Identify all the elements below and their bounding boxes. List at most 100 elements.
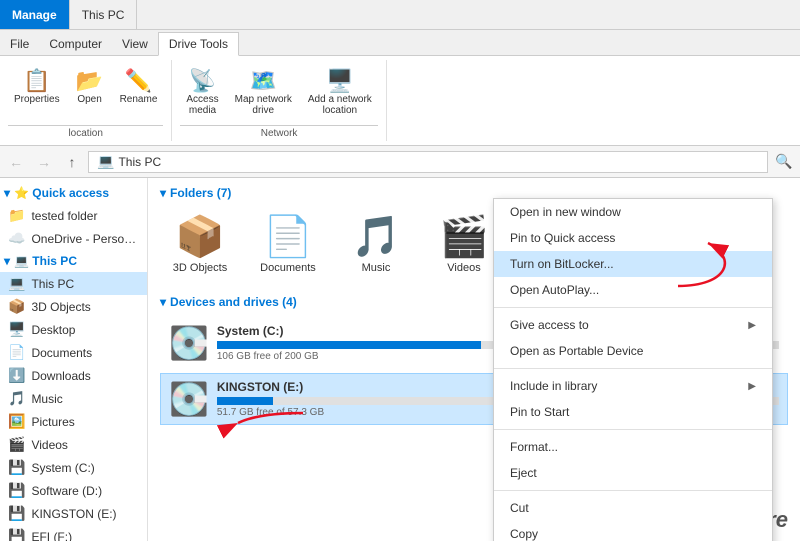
tab-thispc-title[interactable]: This PC xyxy=(70,0,138,29)
path-label: This PC xyxy=(118,155,161,169)
map-drive-label: Map networkdrive xyxy=(235,94,292,116)
folder-documents[interactable]: 📄 Documents xyxy=(248,208,328,279)
videos-label: Videos xyxy=(31,438,139,452)
ctx-include-library-arrow: ▶ xyxy=(748,381,756,392)
devices-section-label: Devices and drives (4) xyxy=(170,295,297,309)
sidebar-item-efi-f[interactable]: 💾 EFI (F:) xyxy=(0,525,147,541)
ctx-pin-quick-access[interactable]: Pin to Quick access xyxy=(494,225,772,251)
nav-forward-btn[interactable]: → xyxy=(32,150,56,174)
sidebar-this-pc[interactable]: ▾ 💻 This PC xyxy=(0,250,147,272)
downloads-label: Downloads xyxy=(31,369,139,383)
ctx-pin-start[interactable]: Pin to Start xyxy=(494,399,772,425)
ctx-format[interactable]: Format... xyxy=(494,434,772,460)
ctx-eject[interactable]: Eject xyxy=(494,460,772,486)
sidebar-item-software-d[interactable]: 💾 Software (D:) xyxy=(0,479,147,502)
chevron-icon: ▾ xyxy=(4,186,10,200)
sidebar-item-3dobjects[interactable]: 📦 3D Objects xyxy=(0,295,147,318)
sidebar-item-onedrive[interactable]: ☁️ OneDrive - Personal xyxy=(0,227,147,250)
ribbon-btn-open[interactable]: 📂 Open xyxy=(70,64,110,109)
ctx-turn-on-bitlocker[interactable]: Turn on BitLocker... xyxy=(494,251,772,277)
sidebar-item-videos[interactable]: 🎬 Videos xyxy=(0,433,147,456)
ctx-include-library[interactable]: Include in library ▶ xyxy=(494,373,772,399)
this-pc-selected-label: This PC xyxy=(31,277,139,291)
sidebar-item-desktop[interactable]: 🖥️ Desktop xyxy=(0,318,147,341)
downloads-icon: ⬇️ xyxy=(8,367,25,384)
folder-videos[interactable]: 🎬 Videos xyxy=(424,208,504,279)
ctx-cut[interactable]: Cut xyxy=(494,495,772,521)
tab-computer[interactable]: Computer xyxy=(39,33,112,55)
system-c-icon: 💾 xyxy=(8,459,25,476)
rename-icon: ✏️ xyxy=(125,68,152,94)
main-area: ▾ ⭐ Quick access 📁 tested folder ☁️ OneD… xyxy=(0,178,800,541)
title-bar: Manage This PC xyxy=(0,0,800,30)
sidebar-item-this-pc-selected[interactable]: 💻 This PC xyxy=(0,272,147,295)
ctx-eject-label: Eject xyxy=(510,466,756,480)
ctx-give-access[interactable]: Give access to ▶ xyxy=(494,312,772,338)
folder-3dobjects[interactable]: 📦 3D Objects xyxy=(160,208,240,279)
ctx-open-new-window-label: Open in new window xyxy=(510,205,756,219)
quick-access-label: ⭐ Quick access xyxy=(14,186,109,200)
folder-videos-icon: 🎬 xyxy=(439,213,489,260)
ctx-pin-start-label: Pin to Start xyxy=(510,405,756,419)
desktop-label: Desktop xyxy=(31,323,139,337)
chevron-icon2: ▾ xyxy=(4,254,10,268)
search-btn[interactable]: 🔍 xyxy=(772,150,796,174)
software-d-label: Software (D:) xyxy=(31,484,139,498)
tab-view[interactable]: View xyxy=(112,33,158,55)
properties-label: Properties xyxy=(14,94,60,105)
videos-icon: 🎬 xyxy=(8,436,25,453)
nav-back-btn[interactable]: ← xyxy=(4,150,28,174)
sidebar-item-music[interactable]: 🎵 Music xyxy=(0,387,147,410)
ctx-copy-label: Copy xyxy=(510,527,756,541)
ribbon-group-network-items: 📡 Accessmedia 🗺️ Map networkdrive 🖥️ Add… xyxy=(180,60,377,125)
kingston-e-label: KINGSTON (E:) xyxy=(31,507,139,521)
tested-folder-label: tested folder xyxy=(31,209,139,223)
ctx-copy[interactable]: Copy xyxy=(494,521,772,541)
ribbon-btn-add-network[interactable]: 🖥️ Add a networklocation xyxy=(302,64,378,120)
map-drive-icon: 🗺️ xyxy=(250,68,277,94)
ribbon-btn-map-drive[interactable]: 🗺️ Map networkdrive xyxy=(229,64,298,120)
ctx-open-portable[interactable]: Open as Portable Device xyxy=(494,338,772,364)
sidebar-quick-access[interactable]: ▾ ⭐ Quick access xyxy=(0,182,147,204)
title-tabs: Manage This PC xyxy=(0,0,137,29)
tab-file[interactable]: File xyxy=(0,33,39,55)
drive-kingston-e-bar xyxy=(217,397,273,405)
chevron-icon4: ▾ xyxy=(160,295,166,309)
ribbon-btn-properties[interactable]: 📋 Properties xyxy=(8,64,66,109)
sidebar-item-pictures[interactable]: 🖼️ Pictures xyxy=(0,410,147,433)
properties-icon: 📋 xyxy=(23,68,50,94)
address-path[interactable]: 💻 This PC xyxy=(88,151,768,173)
sidebar-item-kingston-e[interactable]: 💾 KINGSTON (E:) xyxy=(0,502,147,525)
content-area: ▾ Folders (7) 📦 3D Objects 📄 Documents 🎵… xyxy=(148,178,800,541)
3dobjects-label: 3D Objects xyxy=(31,300,139,314)
ctx-open-portable-label: Open as Portable Device xyxy=(510,344,756,358)
folder-documents-label: Documents xyxy=(260,262,316,274)
ribbon-btn-access-media[interactable]: 📡 Accessmedia xyxy=(180,64,224,120)
music-label: Music xyxy=(31,392,139,406)
nav-up-btn[interactable]: ↑ xyxy=(60,150,84,174)
sidebar-item-system-c[interactable]: 💾 System (C:) xyxy=(0,456,147,479)
tab-drive-tools[interactable]: Drive Tools xyxy=(158,32,239,56)
folder-videos-label: Videos xyxy=(447,262,480,274)
documents-icon: 📄 xyxy=(8,344,25,361)
sidebar-item-tested-folder[interactable]: 📁 tested folder xyxy=(0,204,147,227)
sidebar-item-documents[interactable]: 📄 Documents xyxy=(0,341,147,364)
context-menu: Open in new window Pin to Quick access T… xyxy=(493,198,773,541)
folder-icon: 📁 xyxy=(8,207,25,224)
ribbon-group-network: 📡 Accessmedia 🗺️ Map networkdrive 🖥️ Add… xyxy=(172,60,386,141)
ribbon-group-location-label: location xyxy=(8,125,163,141)
ctx-open-new-window[interactable]: Open in new window xyxy=(494,199,772,225)
ctx-sep3 xyxy=(494,429,772,430)
sidebar: ▾ ⭐ Quick access 📁 tested folder ☁️ OneD… xyxy=(0,178,148,541)
sidebar-item-downloads[interactable]: ⬇️ Downloads xyxy=(0,364,147,387)
ctx-include-library-label: Include in library xyxy=(510,379,748,393)
ribbon-btn-rename[interactable]: ✏️ Rename xyxy=(114,64,164,109)
folder-music[interactable]: 🎵 Music xyxy=(336,208,416,279)
tab-manage[interactable]: Manage xyxy=(0,0,70,29)
folder-music-label: Music xyxy=(362,262,391,274)
ribbon-group-location: 📋 Properties 📂 Open ✏️ Rename location xyxy=(0,60,172,141)
ctx-sep2 xyxy=(494,368,772,369)
ctx-open-autoplay[interactable]: Open AutoPlay... xyxy=(494,277,772,303)
onedrive-label: OneDrive - Personal xyxy=(31,232,139,246)
ctx-give-access-label: Give access to xyxy=(510,318,748,332)
